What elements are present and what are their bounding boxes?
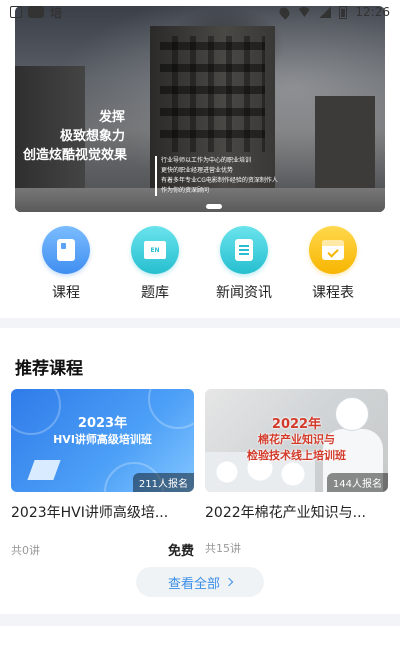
location-icon [277, 4, 292, 20]
course-thumbnail: 2023年 HVI讲师高级培训班 211人报名 [11, 389, 194, 492]
view-all-button[interactable]: 查看全部 [136, 567, 264, 597]
banner-slogan-line: 发挥 [98, 110, 125, 125]
cube-illustration [27, 460, 61, 480]
enroll-count-badge: 211人报名 [132, 473, 194, 492]
nav-courses[interactable]: 课程 [26, 226, 106, 302]
battery-icon [339, 5, 348, 19]
nav-label: 题库 [141, 285, 169, 301]
course-card[interactable]: 2022年 棉花产业知识与 检验技术线上培训班 144人报名 2022年棉花产业… [205, 389, 388, 556]
carousel-indicator[interactable] [206, 204, 222, 209]
thumbnail-title: 检验技术线上培训班 [247, 449, 346, 462]
nav-label: 课程 [52, 285, 80, 301]
book-icon [42, 226, 90, 274]
news-icon [220, 226, 268, 274]
view-all-label: 查看全部 [167, 576, 220, 592]
course-title: 2023年HVI讲师高级培... [11, 505, 169, 521]
status-bar-app-char: 培 [50, 5, 63, 20]
calendar-icon [309, 226, 357, 274]
enroll-count-badge: 144人报名 [326, 473, 388, 492]
course-price: 免费 [167, 544, 194, 559]
chevron-right-icon [224, 577, 234, 587]
notification-icon [10, 6, 22, 18]
section-divider [0, 614, 400, 626]
quick-nav: 课程 EN 题库 新闻资讯 课程表 [0, 226, 400, 306]
thumbnail-title: 棉花产业知识与 [258, 433, 335, 446]
thumbnail-year: 2022年 [271, 417, 322, 432]
banner-slogan-line: 创造炫酷视觉效果 [22, 148, 127, 163]
course-title: 2022年棉花产业知识与... [205, 505, 366, 521]
app-notification-icon [28, 6, 44, 18]
status-time: 12:26 [355, 5, 390, 19]
section-title: 推荐课程 [15, 359, 83, 379]
nav-news[interactable]: 新闻资讯 [204, 226, 284, 302]
section-divider [0, 318, 400, 328]
banner-tagline-line: 行业导师以工作为中心的职业培训 [161, 157, 252, 164]
course-thumbnail: 2022年 棉花产业知识与 检验技术线上培训班 144人报名 [205, 389, 388, 492]
thumbnail-year: 2023年 [77, 416, 128, 431]
promo-banner[interactable]: 发挥 极致想象力 创造炫酷视觉效果 行业导师以工作为中心的职业培训 更快的职业经… [15, 6, 385, 212]
signal-icon [319, 6, 332, 18]
nav-schedule[interactable]: 课程表 [293, 226, 373, 302]
status-bar: 培 12:26 [0, 0, 400, 24]
banner-tagline: 行业导师以工作为中心的职业培训 更快的职业经理进营业优势 有着多年专业CG电影制… [155, 156, 278, 196]
course-card[interactable]: 2023年 HVI讲师高级培训班 211人报名 2023年HVI讲师高级培...… [11, 389, 194, 559]
banner-tagline-line: 更快的职业经理进营业优势 [161, 167, 234, 174]
lesson-count: 共15讲 [205, 542, 241, 555]
nav-question-bank[interactable]: EN 题库 [115, 226, 195, 302]
wifi-icon [297, 7, 312, 17]
banner-tagline-line: 有着多年专业CG电影制作经验的资深制作人 [161, 177, 278, 184]
nav-label: 课程表 [312, 285, 354, 301]
nav-label: 新闻资讯 [216, 285, 272, 301]
lesson-count: 共0讲 [11, 543, 40, 557]
banner-tagline-line: 作为你的资深顾问 [161, 187, 210, 194]
question-bank-icon: EN [131, 226, 179, 274]
thumbnail-title: HVI讲师高级培训班 [53, 433, 152, 446]
banner-slogan-line: 极致想象力 [59, 129, 125, 144]
